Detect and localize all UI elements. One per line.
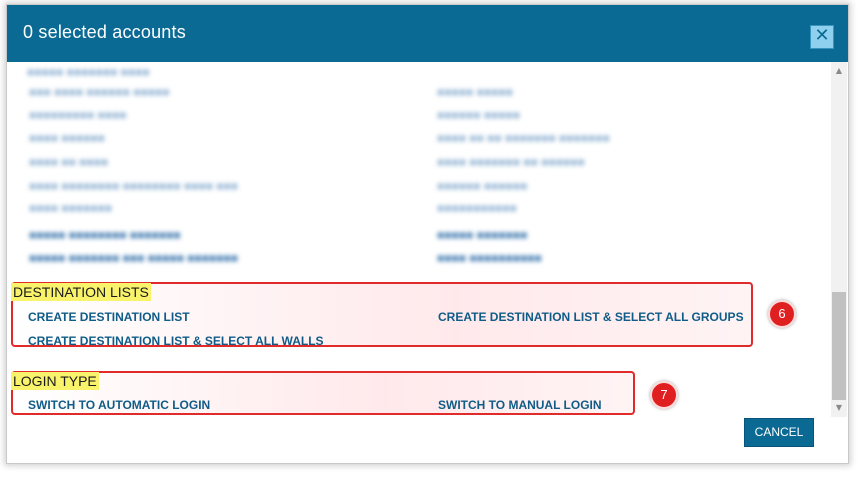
- vertical-scrollbar[interactable]: ▲ ▼: [831, 62, 847, 417]
- cancel-button[interactable]: CANCEL: [744, 418, 814, 447]
- blurred-item: ■■■■■ ■■■■■■■: [437, 228, 528, 242]
- close-icon[interactable]: ✕: [810, 25, 834, 49]
- blurred-item: ■■■■■ ■■■■■: [437, 85, 513, 99]
- blurred-item: ■■■■■■ ■■■■■: [437, 108, 521, 122]
- blurred-item: ■■■■■ ■■■■■■■■ ■■■■■■■: [29, 228, 181, 242]
- dialog-title: 0 selected accounts: [23, 22, 186, 42]
- blurred-item: ■■■■ ■■■■■■■■ ■■■■■■■■ ■■■■ ■■■: [29, 179, 239, 193]
- blurred-actions: ■■■■■ ■■■■■■■ ■■■■ ■■■ ■■■■ ■■■■■■ ■■■■■…: [7, 62, 829, 267]
- create-destination-list-all-groups-link[interactable]: CREATE DESTINATION LIST & SELECT ALL GRO…: [438, 310, 744, 324]
- annotation-badge-7: 7: [650, 381, 678, 409]
- blurred-item: ■■■■ ■■ ■■ ■■■■■■■ ■■■■■■■: [437, 131, 610, 145]
- blurred-item: ■■■■■■■■■■■: [437, 201, 517, 215]
- dialog-content: ■■■■■ ■■■■■■■ ■■■■ ■■■ ■■■■ ■■■■■■ ■■■■■…: [7, 62, 829, 417]
- create-destination-list-all-walls-link[interactable]: CREATE DESTINATION LIST & SELECT ALL WAL…: [28, 334, 324, 348]
- selected-accounts-dialog: 0 selected accounts ✕ ■■■■■ ■■■■■■■ ■■■■…: [6, 4, 849, 464]
- login-type-heading: LOGIN TYPE: [11, 372, 99, 390]
- dialog-header: 0 selected accounts ✕: [7, 5, 848, 62]
- blurred-item: ■■■■ ■■ ■■■■: [29, 155, 109, 169]
- blurred-item: ■■■■■■■■■ ■■■■: [29, 108, 127, 122]
- scroll-down-icon[interactable]: ▼: [831, 401, 847, 415]
- annotation-badge-6: 6: [768, 300, 796, 328]
- blurred-item: ■■■■ ■■■■■■■ ■■ ■■■■■■: [437, 155, 585, 169]
- switch-automatic-login-link[interactable]: SWITCH TO AUTOMATIC LOGIN: [28, 398, 210, 412]
- switch-manual-login-link[interactable]: SWITCH TO MANUAL LOGIN: [438, 398, 602, 412]
- scroll-up-icon[interactable]: ▲: [831, 64, 847, 78]
- create-destination-list-link[interactable]: CREATE DESTINATION LIST: [28, 310, 190, 324]
- blurred-item: ■■■■■ ■■■■■■■ ■■■ ■■■■■ ■■■■■■■: [29, 251, 239, 265]
- blurred-item: ■■■ ■■■■ ■■■■■■ ■■■■■: [29, 85, 170, 99]
- blurred-item: ■■■■ ■■■■■■■: [29, 201, 113, 215]
- destination-lists-heading: DESTINATION LISTS: [11, 283, 151, 301]
- blurred-item: ■■■■■■ ■■■■■■: [437, 179, 528, 193]
- blurred-item: ■■■■ ■■■■■■: [29, 131, 105, 145]
- blurred-item: ■■■■ ■■■■■■■■■■: [437, 251, 542, 265]
- scrollbar-thumb[interactable]: [832, 292, 846, 400]
- blurred-item: ■■■■■ ■■■■■■■ ■■■■: [27, 65, 150, 79]
